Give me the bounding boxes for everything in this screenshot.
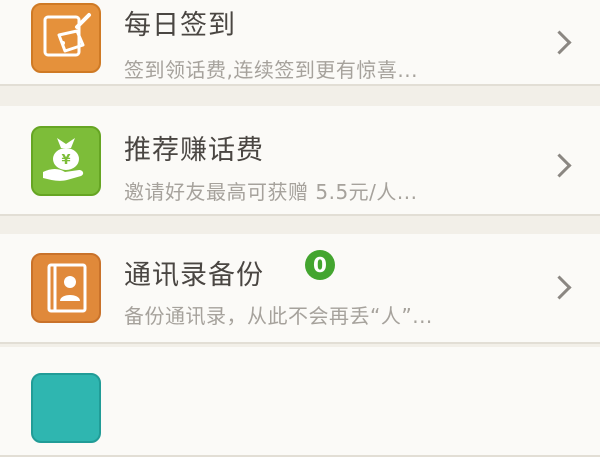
item-title: 每日签到: [124, 10, 236, 41]
item-subtitle: 签到领话费,连续签到更有惊喜...: [124, 58, 418, 82]
item-title: 通讯录备份: [124, 260, 264, 291]
contact-book-icon: [31, 253, 101, 323]
item-title: 推荐赚话费: [124, 135, 264, 166]
partial-item-icon: [31, 373, 101, 443]
svg-text:¥: ¥: [61, 153, 70, 168]
count-badge: 0: [305, 250, 335, 280]
list-item-daily-signin[interactable]: 每日签到 签到领话费,连续签到更有惊喜...: [0, 0, 600, 86]
signin-tag-icon: [31, 3, 101, 73]
chevron-right-icon: [547, 153, 572, 178]
list-item-contacts-backup[interactable]: 通讯录备份 0 备份通讯录，从此不会再丢“人”...: [0, 234, 600, 344]
item-subtitle: 邀请好友最高可获赠 5.5元/人...: [124, 180, 418, 204]
item-subtitle: 备份通讯录，从此不会再丢“人”...: [124, 304, 433, 328]
list-item-referral[interactable]: ¥ 推荐赚话费 邀请好友最高可获赠 5.5元/人...: [0, 106, 600, 216]
money-bag-hand-icon: ¥: [31, 126, 101, 196]
chevron-right-icon: [547, 30, 572, 55]
list-item-partial[interactable]: [0, 347, 600, 457]
chevron-right-icon: [547, 275, 572, 300]
